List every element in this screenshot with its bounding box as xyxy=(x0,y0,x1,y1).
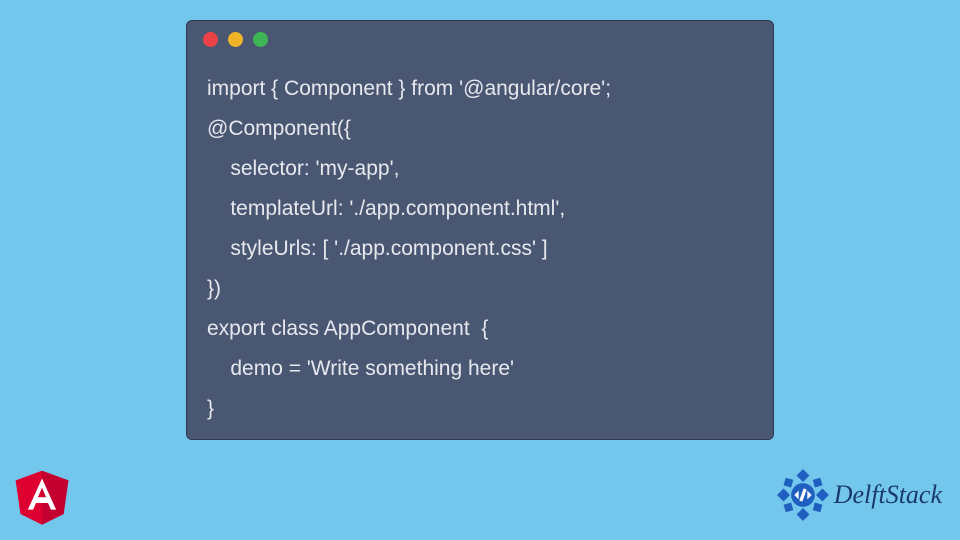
code-line: export class AppComponent { xyxy=(207,317,488,340)
code-line: styleUrls: [ './app.component.css' ] xyxy=(207,237,548,260)
minimize-icon xyxy=(228,32,243,47)
window-titlebar xyxy=(187,21,773,57)
code-line: templateUrl: './app.component.html', xyxy=(207,197,565,220)
code-line: }) xyxy=(207,277,221,300)
code-line: demo = 'Write something here' xyxy=(207,357,514,380)
code-line: } xyxy=(207,397,214,420)
close-icon xyxy=(203,32,218,47)
code-line: import { Component } from '@angular/core… xyxy=(207,77,611,100)
maximize-icon xyxy=(253,32,268,47)
delftstack-icon xyxy=(776,468,830,522)
code-line: selector: 'my-app', xyxy=(207,157,399,180)
code-block: import { Component } from '@angular/core… xyxy=(187,57,773,429)
delftstack-text: DelftStack xyxy=(834,480,942,510)
delftstack-logo: DelftStack xyxy=(776,468,942,522)
code-line: @Component({ xyxy=(207,117,351,140)
code-window: import { Component } from '@angular/core… xyxy=(186,20,774,440)
angular-logo-icon xyxy=(12,464,76,528)
